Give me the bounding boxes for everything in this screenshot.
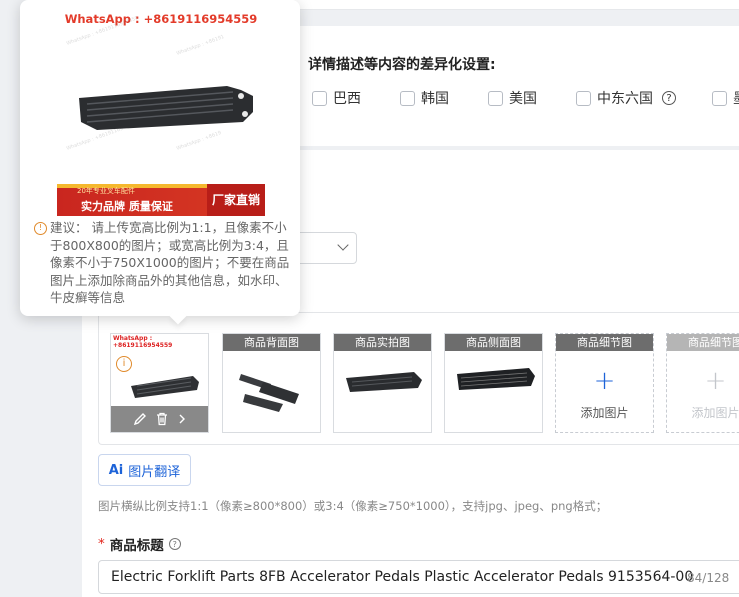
- image-slot-side[interactable]: 商品侧面图: [444, 333, 543, 433]
- slot-label: 商品细节图: [556, 334, 653, 351]
- checkbox-korea[interactable]: 韩国: [400, 88, 449, 108]
- checkbox-label: 韩国: [421, 91, 449, 107]
- pedal-thumbnail: [239, 374, 299, 412]
- image-slot-back[interactable]: 商品背面图: [222, 333, 321, 433]
- image-slot-detail[interactable]: 商品细节图 + 添加图片: [555, 333, 654, 433]
- advice-text: 建议： 请上传宽高比例为1:1，且像素不小于800X800的图片；或宽高比例为3…: [50, 220, 290, 305]
- country-differentiation-panel: [270, 26, 739, 146]
- chevron-down-icon: [337, 239, 349, 251]
- checkbox-gcc[interactable]: 中东六国 ?: [576, 88, 676, 108]
- pedal-thumbnail: [346, 372, 422, 392]
- chevron-right-icon[interactable]: [177, 412, 187, 426]
- product-title-input[interactable]: Electric Forklift Parts 8FB Accelerator …: [98, 560, 739, 594]
- add-image-label: 添加图片: [580, 406, 629, 420]
- dropdown-select[interactable]: [290, 232, 357, 264]
- input-value: Electric Forklift Parts 8FB Accelerator …: [111, 569, 694, 585]
- checkbox-usa[interactable]: 美国: [488, 88, 537, 108]
- checkbox-label: 墨: [733, 88, 739, 108]
- ai-icon: Ai: [108, 462, 124, 478]
- checkbox-box[interactable]: [488, 90, 503, 106]
- checkbox-brazil[interactable]: 巴西: [312, 88, 361, 108]
- label-text: 商品标题: [109, 538, 164, 554]
- help-icon[interactable]: ?: [168, 538, 181, 550]
- promo-banner: 20年专业叉车配件 实力品牌 质量保证 厂家直销: [57, 184, 265, 216]
- pedal-thumbnail: [457, 368, 535, 390]
- image-slot-main[interactable]: WhatsApp : +8619116954559 i: [110, 333, 209, 433]
- product-edit-page: 详情描述等内容的差异化设置: 巴西 韩国 美国 中东六国 ? 墨 WhatsAp…: [0, 0, 739, 597]
- delete-icon[interactable]: [155, 412, 169, 426]
- required-mark: *: [98, 536, 105, 552]
- upload-advice: ! 建议： 请上传宽高比例为1:1，且像素不小于800X800的图片；或宽高比例…: [34, 219, 292, 307]
- plus-icon: +: [704, 366, 727, 396]
- svg-text:WhatsApp : +86191169: WhatsApp : +86191169: [66, 126, 124, 152]
- banner-main-text: 实力品牌 质量保证: [81, 200, 173, 213]
- checkbox-label: 中东六国: [597, 91, 653, 107]
- checkbox-label: 美国: [509, 91, 537, 107]
- image-tools-overlay: [111, 406, 208, 432]
- checkbox-box[interactable]: [312, 90, 327, 106]
- image-slot-real[interactable]: 商品实拍图: [333, 333, 432, 433]
- add-image-label: 添加图片: [691, 406, 739, 420]
- banner-small-text: 20年专业叉车配件: [77, 187, 135, 195]
- checkbox-label: 巴西: [333, 91, 361, 107]
- warning-icon: !: [34, 222, 47, 235]
- preview-image: WhatsApp : +8619116954559 WhatsApp : +86…: [57, 0, 265, 216]
- banner-cta-text: 厂家直销: [207, 184, 265, 216]
- svg-text:WhatsApp : +8619: WhatsApp : +8619: [176, 130, 222, 152]
- differentiation-title: 详情描述等内容的差异化设置:: [308, 57, 496, 73]
- svg-text:WhatsApp : +86191: WhatsApp : +86191: [176, 34, 225, 57]
- product-title-label: * 商品标题 ?: [98, 534, 181, 554]
- svg-text:WhatsApp : +8619116954559: WhatsApp : +8619116954559: [66, 15, 139, 47]
- image-translate-button[interactable]: Ai 图片翻译: [98, 454, 191, 486]
- image-preview-popover: WhatsApp : +8619116954559 WhatsApp : +86…: [20, 0, 300, 325]
- checkbox-mexico[interactable]: 墨: [712, 88, 739, 108]
- edit-icon[interactable]: [133, 412, 147, 426]
- checkbox-box[interactable]: [576, 90, 591, 106]
- checkbox-box[interactable]: [400, 90, 415, 106]
- slot-label: 商品细节图: [667, 334, 739, 351]
- button-label: 图片翻译: [128, 464, 181, 480]
- image-requirements-hint: 图片横纵比例支持1:1（像素≥800*800）或3:4（像素≥750*1000）…: [98, 499, 608, 513]
- top-panel-edge: [270, 0, 739, 10]
- plus-icon: +: [593, 366, 616, 396]
- pedal-photo: WhatsApp : +8619116954559 WhatsApp : +86…: [66, 15, 253, 152]
- help-icon[interactable]: ?: [662, 91, 676, 105]
- checkbox-box[interactable]: [712, 90, 727, 106]
- image-slot-detail-disabled: 商品细节图 + 添加图片: [666, 333, 739, 433]
- character-counter: 84/128: [687, 571, 730, 585]
